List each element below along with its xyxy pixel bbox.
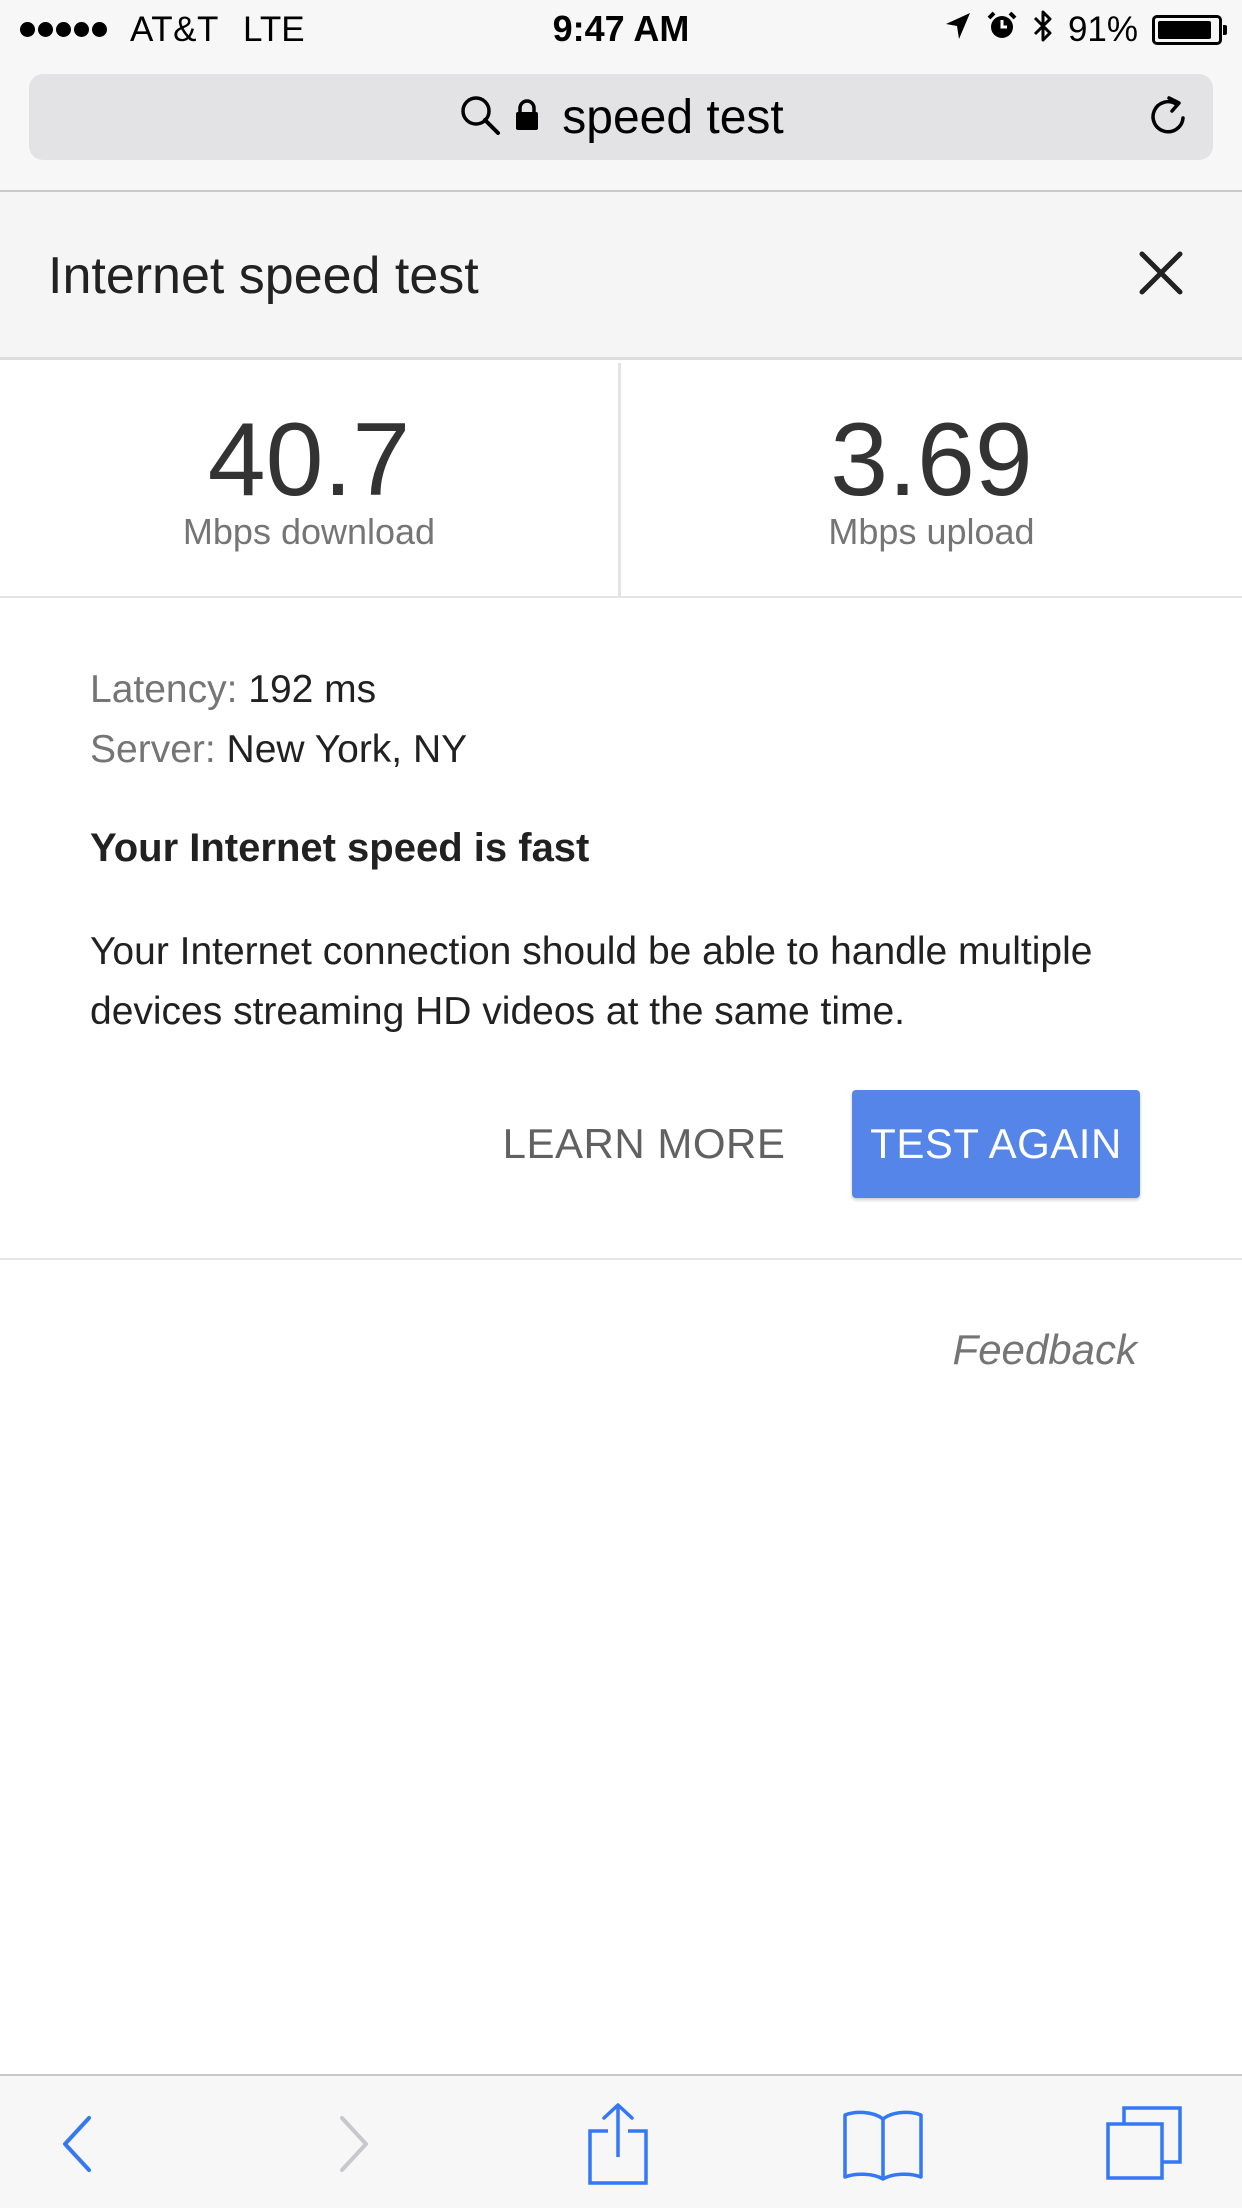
browser-toolbar (0, 2074, 1242, 2208)
battery-fill (1158, 21, 1211, 39)
upload-value: 3.69 (830, 402, 1033, 518)
search-icon (458, 93, 502, 142)
learn-more-button[interactable]: LEARN MORE (490, 1090, 798, 1198)
latency-value: 192 ms (248, 668, 377, 711)
download-value: 40.7 (207, 402, 411, 518)
bluetooth-icon (1032, 8, 1054, 53)
battery-icon (1152, 15, 1227, 45)
server-value: New York, NY (226, 728, 468, 771)
section-divider (0, 1258, 1242, 1260)
battery-percent: 91% (1067, 10, 1138, 49)
speed-description: Your Internet connection should be able … (90, 930, 1093, 1033)
forward-icon[interactable] (304, 2094, 404, 2194)
share-icon[interactable] (568, 2094, 668, 2194)
reload-icon[interactable] (1143, 92, 1193, 142)
latency-line: Latency: 192 ms (90, 660, 1190, 720)
address-bar[interactable]: speed test (29, 74, 1213, 160)
back-icon[interactable] (27, 2094, 127, 2194)
upload-label: Mbps upload (828, 511, 1035, 552)
address-query: speed test (562, 90, 784, 144)
test-again-button[interactable]: TEST AGAIN (852, 1090, 1140, 1198)
test-details: Latency: 192 ms Server: New York, NY (90, 660, 1190, 780)
card-title: Internet speed test (48, 247, 479, 305)
status-right-group: 91% (944, 8, 1227, 53)
address-center: speed test (29, 74, 1213, 160)
download-label: Mbps download (182, 511, 436, 552)
status-bar: AT&T LTE 9:47 AM 91% (0, 0, 1242, 60)
server-line: Server: New York, NY (90, 720, 1190, 780)
latency-key: Latency: (90, 668, 238, 711)
speed-verdict: Your Internet speed is fast (90, 826, 590, 870)
feedback-link[interactable]: Feedback (953, 1326, 1137, 1374)
tabs-icon[interactable] (1094, 2094, 1194, 2194)
close-icon[interactable] (1130, 242, 1192, 304)
upload-result: 3.69 Mbps upload (621, 363, 1242, 596)
download-result: 40.7 Mbps download (0, 363, 621, 596)
speed-test-header: Internet speed test (0, 192, 1242, 360)
location-arrow-icon (944, 10, 972, 50)
bookmarks-icon[interactable] (833, 2094, 933, 2194)
server-key: Server: (90, 728, 216, 771)
alarm-icon (986, 10, 1018, 51)
speed-results: 40.7 Mbps download 3.69 Mbps upload (0, 363, 1242, 598)
browser-address-area: speed test (0, 60, 1242, 192)
lock-icon (514, 98, 540, 137)
